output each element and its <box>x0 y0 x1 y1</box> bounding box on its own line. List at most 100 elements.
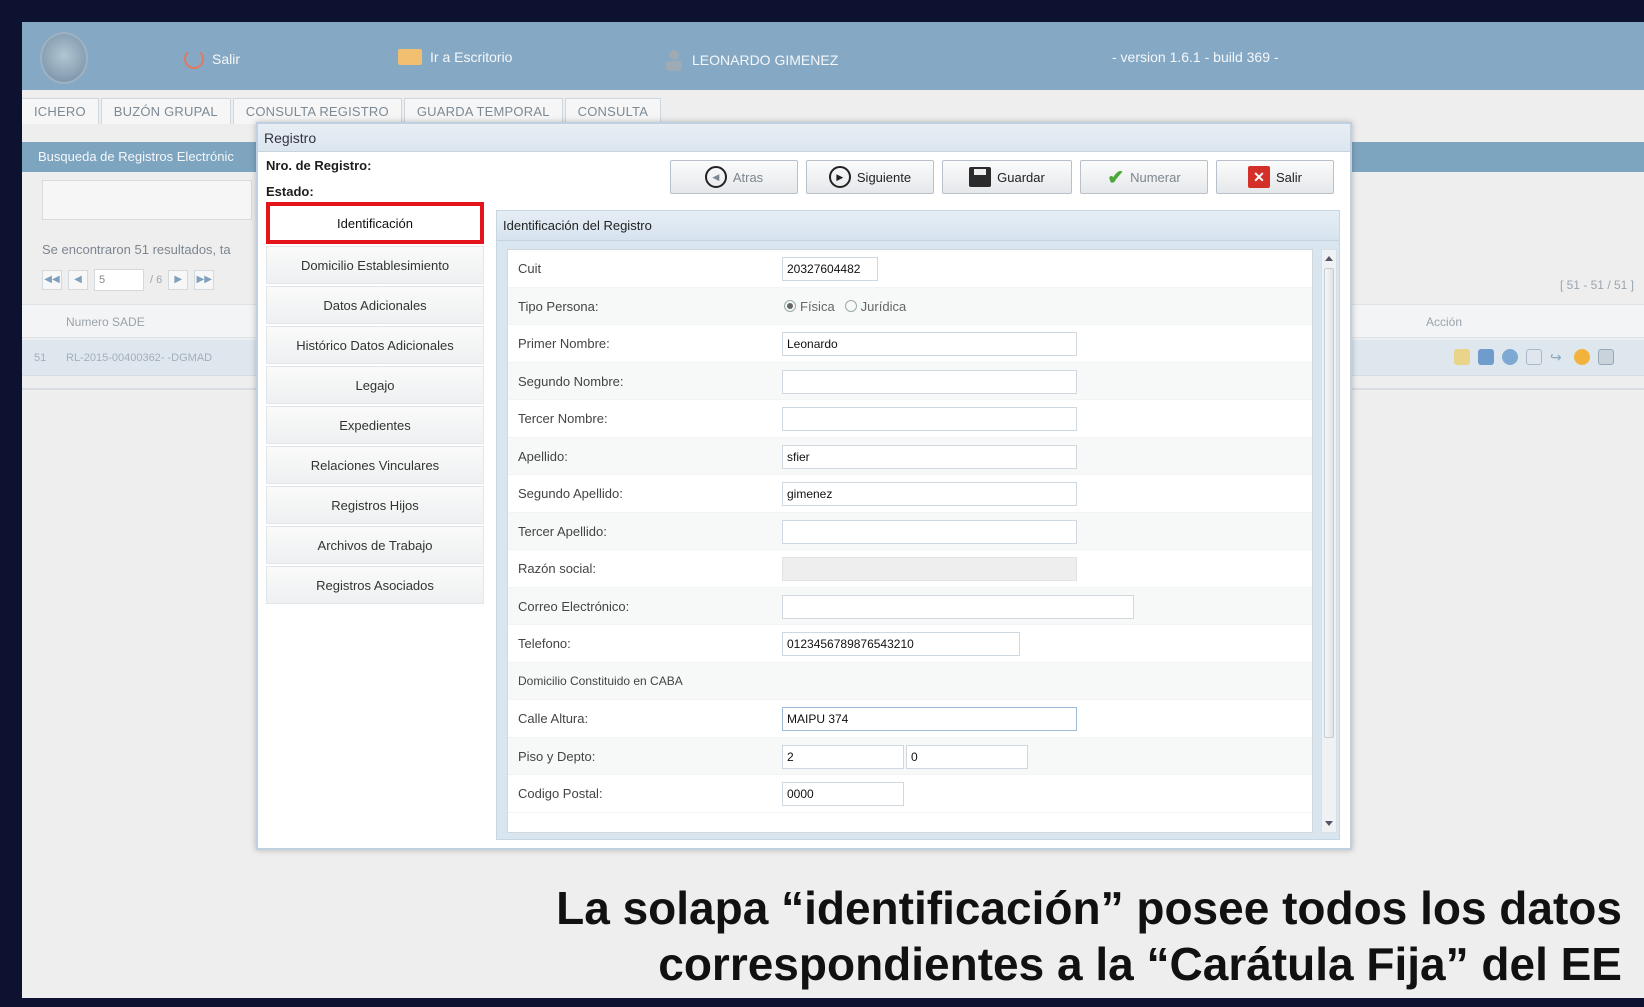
caption-line-1: La solapa “identificación” posee todos l… <box>556 882 1622 934</box>
scroll-up-icon[interactable] <box>1325 256 1333 261</box>
form-row-primer-nombre: Primer Nombre: Leonardo <box>508 325 1312 363</box>
razon-social-label: Razón social: <box>518 561 597 576</box>
prev-page-button[interactable]: ◀ <box>68 270 88 290</box>
piso-depto-label: Piso y Depto: <box>518 748 596 764</box>
next-page-button[interactable]: ▶ <box>168 270 189 290</box>
results-range: [ 51 - 51 / 51 ] <box>1559 278 1634 292</box>
menu-item-expedientes[interactable]: Expedientes <box>266 406 484 444</box>
row-numero-sade: RL-2015-00400362- -DGMAD <box>66 352 213 364</box>
form-row-segundo-apellido: Segundo Apellido: gimenez <box>508 475 1312 513</box>
menu-item-archivos-de-trabajo[interactable]: Archivos de Trabajo <box>266 526 484 564</box>
estado-label: Estado: <box>266 184 314 199</box>
calle-field[interactable]: MAIPU 374 <box>782 707 1077 731</box>
form-row-segundo-nombre: Segundo Nombre: <box>508 362 1312 400</box>
codigo-postal-field[interactable]: 0000 <box>782 782 904 806</box>
top-header: Salir Ir a Escritorio LEONARDO GIMENEZ -… <box>22 22 1644 90</box>
form-row-piso-depto: Piso y Depto: 2 0 <box>508 737 1312 775</box>
tipo-persona-radio-group: Física Jurídica <box>784 288 906 325</box>
form-row-codigo-postal: Codigo Postal: 0000 <box>508 775 1312 813</box>
menu-item-legajo[interactable]: Legajo <box>266 366 484 404</box>
menu-item-domicilio-establesimiento[interactable]: Domicilio Establesimiento <box>266 246 484 284</box>
version-text: - version 1.6.1 - build 369 - <box>1112 49 1279 65</box>
tab-guarda-temporal[interactable]: GUARDA TEMPORAL <box>403 98 563 124</box>
search-filter-box[interactable] <box>42 180 252 220</box>
scroll-down-icon[interactable] <box>1325 821 1333 826</box>
segundo-nombre-label: Segundo Nombre: <box>518 373 624 389</box>
menu-item-registros-asociados[interactable]: Registros Asociados <box>266 566 484 604</box>
telefono-field[interactable]: 01234567898765432​10 <box>782 632 1020 656</box>
tercer-nombre-label: Tercer Nombre: <box>518 411 608 426</box>
page-input[interactable]: 5 <box>94 269 144 291</box>
first-page-button[interactable]: ◀◀ <box>42 270 62 290</box>
menu-item-registros-hijos[interactable]: Registros Hijos <box>266 486 484 524</box>
form-row-razon-social: Razón social: <box>508 550 1312 588</box>
menu-item-datos-adicionales[interactable]: Datos Adicionales <box>266 286 484 324</box>
form-row-domicilio-heading: Domicilio Constituido en CABA <box>508 662 1312 700</box>
user-icon <box>666 50 682 71</box>
codigo-postal-label: Codigo Postal: <box>518 786 603 801</box>
column-numero-sade[interactable]: Numero SADE <box>66 315 145 329</box>
close-x-icon: ✕ <box>1247 166 1270 188</box>
menu-item-relaciones-vinculares[interactable]: Relaciones Vinculares <box>266 446 484 484</box>
primer-nombre-field[interactable]: Leonardo <box>782 332 1077 356</box>
exit-label: Salir <box>212 51 241 67</box>
app-screen: Salir Ir a Escritorio LEONARDO GIMENEZ -… <box>22 22 1644 998</box>
domicilio-section-label: Domicilio Constituido en CABA <box>518 673 683 688</box>
cuit-label: Cuit <box>518 261 542 276</box>
calle-label: Calle Altura: <box>518 711 589 726</box>
tercer-apellido-label: Tercer Apellido: <box>518 523 607 539</box>
forward-action-icon[interactable]: ↪ <box>1550 349 1566 365</box>
segundo-nombre-field[interactable] <box>782 369 1077 394</box>
tab-consulta-registro[interactable]: CONSULTA REGISTRO <box>232 98 402 124</box>
tercer-nombre-field[interactable] <box>782 407 1077 431</box>
fisica-radio[interactable] <box>784 300 796 312</box>
last-page-button[interactable]: ▶▶ <box>194 270 215 290</box>
menu-item-historico-datos-adicionales[interactable]: Histórico Datos Adicionales <box>266 326 484 364</box>
menu-item-identificacion[interactable]: Identificación <box>266 202 484 244</box>
cuit-field[interactable]: 20327604482 <box>782 257 878 281</box>
tercer-apellido-field[interactable] <box>782 519 1077 544</box>
users-action-icon[interactable] <box>1502 349 1518 365</box>
user-link[interactable]: LEONARDO GIMENEZ <box>664 49 838 71</box>
desktop-link[interactable]: Ir a Escritorio <box>398 49 512 65</box>
segundo-apellido-field[interactable]: gimenez <box>782 482 1077 506</box>
apellido-label: Apellido: <box>518 448 568 464</box>
atras-button[interactable]: ◀ Atras <box>670 160 798 194</box>
settings-action-icon[interactable] <box>1574 349 1590 365</box>
form-row-tipo-persona: Tipo Persona: Física Jurídica <box>508 287 1312 325</box>
exit-link[interactable]: Salir <box>184 49 240 69</box>
export-action-icon[interactable] <box>1598 349 1614 365</box>
pager: ◀◀ ◀ 5 / 6 ▶ ▶▶ <box>42 267 215 293</box>
results-count: Se encontraron 51 resultados, ta <box>42 242 231 257</box>
identificacion-panel: Identificación del Registro Cuit 2032760… <box>496 210 1340 840</box>
apellido-field[interactable]: sfier <box>782 444 1077 469</box>
correo-field[interactable] <box>782 594 1134 619</box>
numerar-button[interactable]: ✔ Numerar <box>1080 160 1208 194</box>
form-scrollbar[interactable] <box>1321 249 1337 833</box>
fisica-label: Física <box>800 298 835 314</box>
document-action-icon[interactable] <box>1478 349 1494 365</box>
dialog-title: Registro <box>258 124 1350 152</box>
slide-caption: La solapa “identificación” posee todos l… <box>556 880 1622 992</box>
tab-buzon-grupal[interactable]: BUZÓN GRUPAL <box>100 98 231 124</box>
guardar-button[interactable]: Guardar <box>942 160 1072 194</box>
tab-consulta[interactable]: CONSULTA <box>564 98 662 124</box>
folder-action-icon[interactable] <box>1454 349 1470 365</box>
user-name: LEONARDO GIMENEZ <box>692 52 839 68</box>
piso-field[interactable]: 2 <box>782 744 904 769</box>
form-row-tercer-apellido: Tercer Apellido: <box>508 512 1312 550</box>
column-accion: Acción <box>1426 315 1463 329</box>
tab-fichero[interactable]: ICHERO <box>22 98 99 124</box>
salir-button[interactable]: ✕ Salir <box>1216 160 1334 194</box>
juridica-radio[interactable] <box>844 300 857 312</box>
page-total: / 6 <box>150 274 163 286</box>
form-row-telefono: Telefono: 01234567898765432​10 <box>508 625 1312 663</box>
segundo-apellido-label: Segundo Apellido: <box>518 486 623 501</box>
siguiente-button[interactable]: ▶ Siguiente <box>806 160 934 194</box>
depto-field[interactable]: 0 <box>906 744 1028 769</box>
scrollbar-thumb[interactable] <box>1324 268 1334 738</box>
primer-nombre-label: Primer Nombre: <box>518 336 610 351</box>
row-index: 51 <box>34 352 47 364</box>
page-action-icon[interactable] <box>1526 349 1542 365</box>
razon-social-field <box>782 557 1077 581</box>
